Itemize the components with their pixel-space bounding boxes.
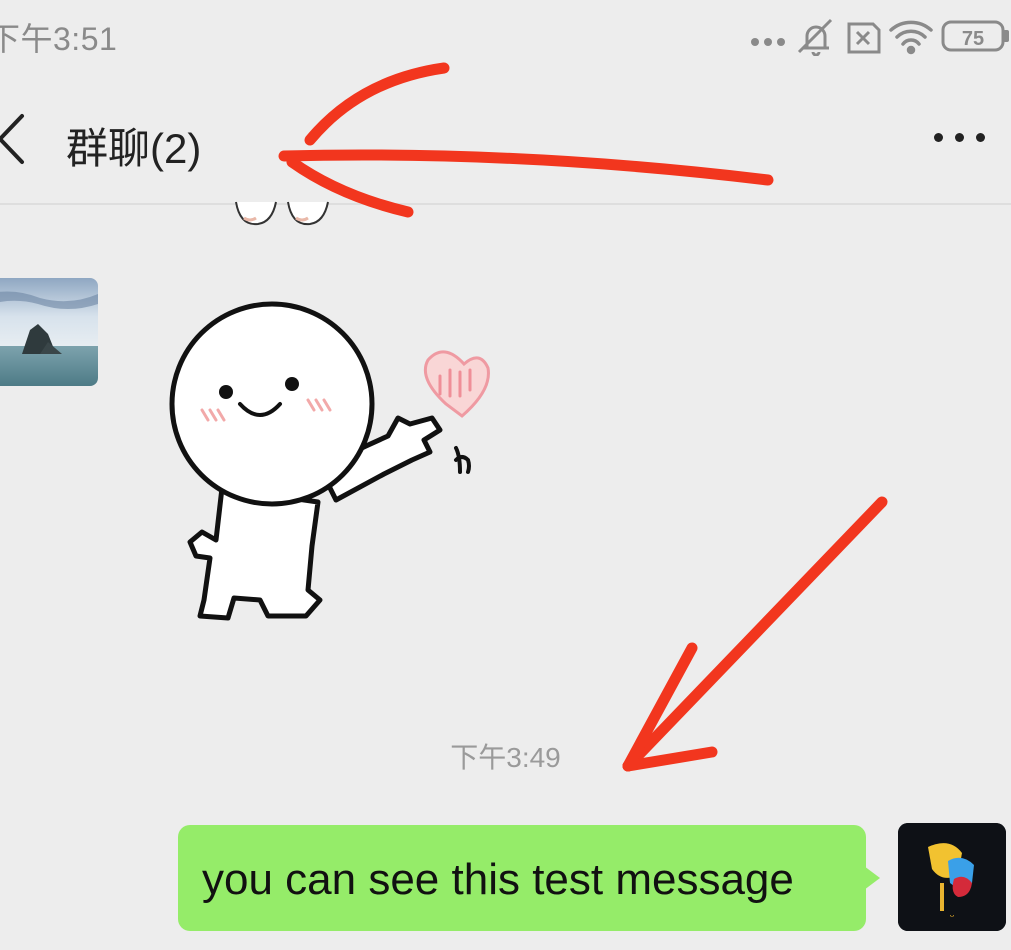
- wifi-icon: [889, 20, 933, 55]
- dot-icon: [976, 133, 985, 142]
- mute-bell-icon: [797, 18, 833, 56]
- sender-avatar[interactable]: [0, 278, 98, 386]
- message-timestamp: 下午3:49: [450, 742, 561, 773]
- back-arrow-icon[interactable]: [0, 112, 30, 166]
- status-time: 下午3:51: [0, 21, 118, 57]
- landscape-photo: [0, 278, 98, 386]
- dot-icon: [955, 133, 964, 142]
- chat-header: 群聊(2): [0, 75, 1011, 205]
- outgoing-message-bubble[interactable]: you can see this test message: [178, 825, 866, 931]
- more-dots-icon: [751, 38, 785, 46]
- user-avatar[interactable]: ᵕ: [898, 823, 1006, 931]
- avatar-art: ᵕ: [898, 823, 1006, 931]
- sim-x-icon: [847, 22, 881, 54]
- sticker-image[interactable]: [140, 300, 500, 630]
- bubble-tail: [864, 866, 880, 890]
- previous-sticker-fragment: [235, 201, 329, 226]
- battery-level: 75: [962, 28, 984, 50]
- svg-text:ᵕ: ᵕ: [950, 910, 954, 925]
- battery-icon: 75: [941, 20, 1009, 52]
- status-bar: 下午3:51 75: [0, 0, 1011, 75]
- bottom-arrow-shaft: [622, 496, 888, 772]
- chat-title: 群聊(2): [66, 125, 202, 172]
- more-options-button[interactable]: [934, 133, 985, 142]
- dot-icon: [934, 133, 943, 142]
- status-icons: 75: [751, 18, 1009, 56]
